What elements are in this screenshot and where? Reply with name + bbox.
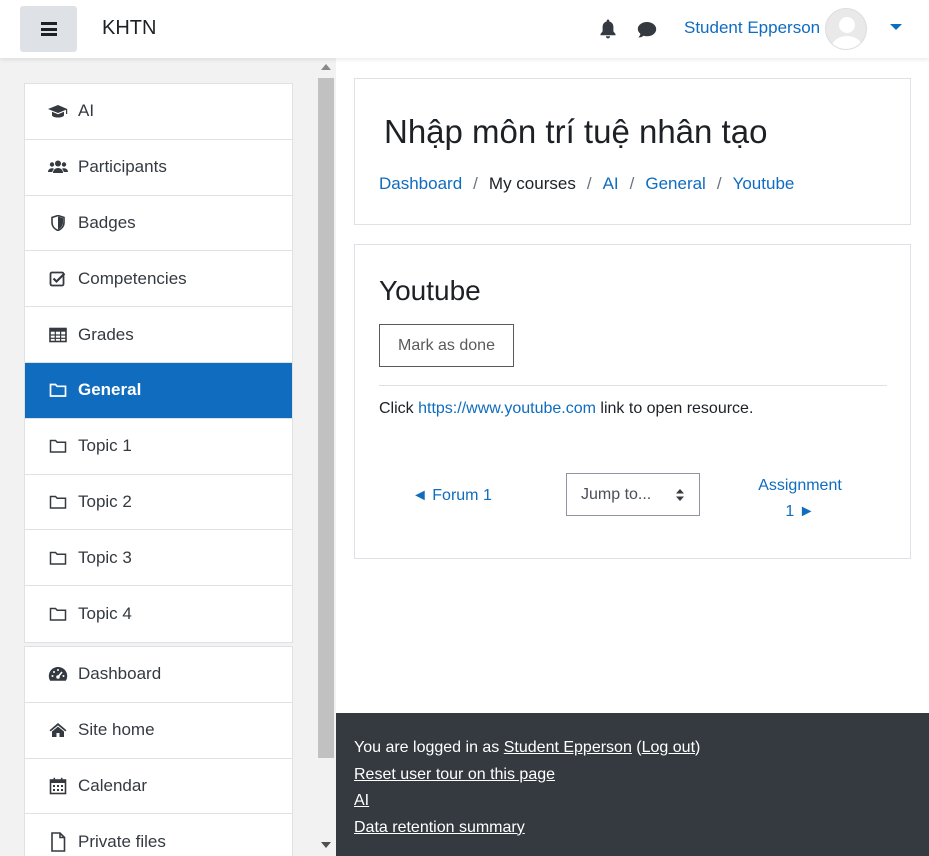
- breadcrumb-separator: /: [586, 174, 592, 193]
- jump-to-select[interactable]: Jump to...: [566, 473, 700, 516]
- chevron-down-icon[interactable]: [890, 24, 902, 30]
- user-menu-name[interactable]: Student Epperson: [684, 18, 820, 38]
- nav-item-grades[interactable]: Grades: [25, 307, 292, 363]
- table-icon: [48, 325, 68, 345]
- dashboard-icon: [48, 664, 68, 684]
- breadcrumb-ai[interactable]: AI: [603, 174, 619, 194]
- nav-item-general[interactable]: General: [25, 362, 292, 419]
- nav-item-private-files[interactable]: Private files: [25, 814, 292, 856]
- nav-item-topic-2[interactable]: Topic 2: [25, 475, 292, 531]
- nav-item-label: Topic 3: [78, 547, 132, 567]
- resource-url-link[interactable]: https://www.youtube.com: [418, 400, 596, 417]
- file-icon: [48, 832, 68, 853]
- nav-item-label: Grades: [78, 324, 134, 344]
- footer-user-link[interactable]: Student Epperson: [504, 739, 632, 756]
- site-nav: Dashboard Site home Calendar Private fil…: [24, 646, 293, 856]
- previous-activity-link[interactable]: ◄ Forum 1: [412, 487, 492, 505]
- paren-close: ): [695, 739, 701, 756]
- nav-item-label: Participants: [78, 157, 167, 177]
- breadcrumb: Dashboard / My courses / AI / General / …: [379, 174, 794, 194]
- nav-item-label: Badges: [78, 212, 136, 232]
- breadcrumb-separator: /: [473, 174, 478, 193]
- jump-to-label: Jump to...: [581, 485, 652, 503]
- hamburger-icon: [40, 22, 57, 36]
- bell-icon[interactable]: [598, 18, 618, 40]
- nav-item-badges[interactable]: Badges: [25, 196, 292, 252]
- nav-item-label: Dashboard: [78, 664, 162, 684]
- menu-toggle-button[interactable]: [20, 6, 77, 52]
- nav-item-dashboard[interactable]: Dashboard: [25, 647, 292, 703]
- login-info: You are logged in as Student Epperson (L…: [354, 735, 929, 762]
- activity-card: Youtube Mark as done Click https://www.y…: [354, 244, 911, 559]
- login-info-prefix: You are logged in as: [354, 739, 504, 756]
- nav-item-label: Topic 1: [78, 436, 132, 456]
- data-retention-link[interactable]: Data retention summary: [354, 819, 525, 836]
- next-activity-label-line1: Assignment: [758, 477, 842, 494]
- nav-item-topic-4[interactable]: Topic 4: [25, 586, 292, 642]
- nav-item-label: AI: [78, 101, 95, 121]
- scroll-thumb[interactable]: [318, 78, 334, 758]
- site-brand[interactable]: KHTN: [102, 17, 156, 40]
- user-avatar-icon: [832, 17, 862, 49]
- description-suffix: link to open resource.: [595, 400, 754, 417]
- activity-title: Youtube: [379, 275, 481, 306]
- breadcrumb-separator: /: [629, 174, 635, 193]
- avatar[interactable]: [825, 8, 867, 50]
- scroll-down-arrow-icon[interactable]: [321, 842, 331, 848]
- nav-item-topic-1[interactable]: Topic 1: [25, 419, 292, 475]
- calendar-icon: [48, 776, 68, 796]
- breadcrumb-general[interactable]: General: [645, 174, 705, 194]
- footer-course-link[interactable]: AI: [354, 792, 369, 809]
- nav-item-calendar[interactable]: Calendar: [25, 759, 292, 815]
- nav-drawer: AI Participants Badges Competencies Grad…: [0, 58, 336, 856]
- nav-item-participants[interactable]: Participants: [25, 140, 292, 196]
- chat-icon[interactable]: [636, 20, 658, 40]
- breadcrumb-dashboard[interactable]: Dashboard: [379, 174, 462, 194]
- nav-item-label: General: [78, 380, 142, 400]
- nav-item-ai[interactable]: AI: [25, 84, 292, 140]
- reset-tour-link[interactable]: Reset user tour on this page: [354, 766, 555, 783]
- scroll-up-arrow-icon[interactable]: [321, 64, 331, 70]
- page-header: Nhập môn trí tuệ nhân tạo Dashboard / My…: [354, 78, 911, 225]
- page-footer: You are logged in as Student Epperson (L…: [336, 713, 929, 856]
- resource-description: Click https://www.youtube.com link to op…: [379, 400, 753, 418]
- description-prefix: Click: [379, 400, 419, 417]
- checkbox-icon: [48, 269, 68, 289]
- folder-icon: [48, 604, 68, 624]
- divider: [379, 385, 887, 386]
- folder-icon: [48, 436, 68, 456]
- users-icon: [48, 157, 68, 177]
- folder-icon: [48, 492, 68, 512]
- next-activity-link[interactable]: Assignment 1 ►: [745, 473, 855, 525]
- nav-item-label: Topic 4: [78, 604, 132, 624]
- nav-item-label: Private files: [78, 832, 166, 852]
- nav-item-label: Topic 2: [78, 491, 132, 511]
- nav-item-label: Competencies: [78, 268, 187, 288]
- folder-icon: [48, 548, 68, 568]
- drawer-scrollbar[interactable]: [316, 58, 336, 856]
- nav-item-label: Calendar: [78, 775, 147, 795]
- breadcrumb-separator: /: [716, 174, 722, 193]
- course-nav: AI Participants Badges Competencies Grad…: [24, 83, 293, 643]
- next-activity-label-line2: 1 ►: [785, 503, 815, 520]
- mark-as-done-button[interactable]: Mark as done: [379, 324, 514, 367]
- shield-icon: [48, 213, 68, 233]
- graduation-cap-icon: [48, 101, 68, 121]
- home-icon: [48, 720, 68, 740]
- sort-updown-icon: [676, 489, 684, 501]
- folder-icon: [48, 380, 68, 400]
- top-navbar: KHTN Student Epperson: [0, 0, 929, 58]
- nav-item-topic-3[interactable]: Topic 3: [25, 530, 292, 587]
- page-title: Nhập môn trí tuệ nhân tạo: [384, 113, 768, 150]
- nav-item-competencies[interactable]: Competencies: [25, 251, 292, 308]
- breadcrumb-youtube[interactable]: Youtube: [733, 174, 795, 194]
- nav-item-label: Site home: [78, 720, 155, 740]
- breadcrumb-my-courses: My courses: [488, 174, 576, 193]
- nav-item-site-home[interactable]: Site home: [25, 703, 292, 759]
- logout-link[interactable]: Log out: [642, 739, 695, 756]
